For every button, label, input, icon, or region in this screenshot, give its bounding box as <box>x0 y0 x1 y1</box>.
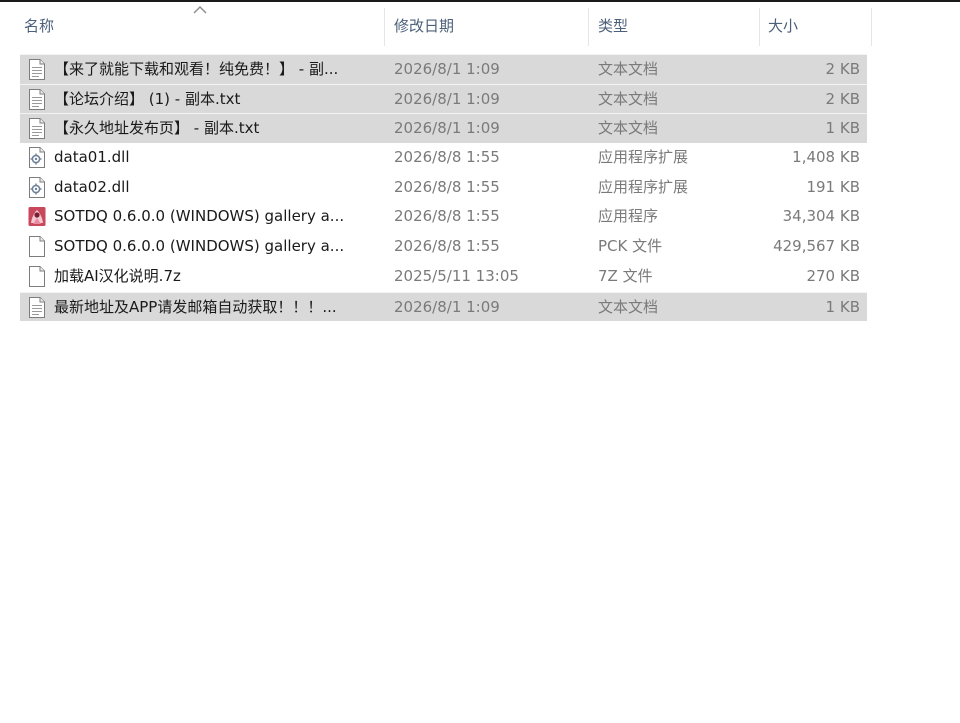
file-type: 7Z 文件 <box>598 266 653 285</box>
file-size: 34,304 KB <box>782 207 860 226</box>
file-modified-date: 2026/8/8 1:55 <box>394 207 500 226</box>
file-size: 1 KB <box>825 297 860 316</box>
file-row[interactable]: 【永久地址发布页】 - 副本.txt 2026/8/1 1:09 文本文档 1 KB <box>20 113 867 144</box>
file-type: 文本文档 <box>598 60 659 78</box>
text-file-icon <box>28 296 46 318</box>
column-header-size[interactable]: 大小 <box>760 8 872 46</box>
file-name: 加载AI汉化说明.7z <box>54 266 181 285</box>
file-size: 2 KB <box>825 60 860 78</box>
file-type: PCK 文件 <box>598 237 663 256</box>
window-top-edge <box>0 0 960 2</box>
file-name: data01.dll <box>54 148 130 167</box>
blank-file-icon <box>28 265 46 287</box>
file-size: 191 KB <box>806 177 860 196</box>
file-type: 应用程序扩展 <box>598 177 689 196</box>
app-exe-icon <box>28 206 46 227</box>
file-row[interactable]: 最新地址及APP请发邮箱自动获取！！！... 2026/8/1 1:09 文本文档 1… <box>20 291 867 322</box>
blank-file-icon <box>28 236 46 258</box>
column-header-date[interactable]: 修改日期 <box>386 8 589 46</box>
text-file-icon <box>28 59 46 80</box>
file-modified-date: 2026/8/1 1:09 <box>394 119 500 138</box>
file-row[interactable]: SOTDQ 0.6.0.0 (WINDOWS) gallery a... 2026… <box>20 202 867 232</box>
file-modified-date: 2026/8/8 1:55 <box>394 177 500 196</box>
file-name: data02.dll <box>54 177 130 196</box>
file-explorer-window: 名称 修改日期 类型 大小 【来了就能下载和观看！纯免费！】 - 副... 202… <box>0 0 960 723</box>
file-type: 文本文档 <box>598 119 659 138</box>
file-type: 应用程序 <box>598 207 659 226</box>
file-row[interactable]: data01.dll 2026/8/8 1:55 应用程序扩展 1,408 KB <box>20 143 867 173</box>
text-file-icon <box>28 88 46 110</box>
file-modified-date: 2025/5/11 13:05 <box>394 266 519 285</box>
file-name: SOTDQ 0.6.0.0 (WINDOWS) gallery a... <box>54 237 345 256</box>
dll-file-icon <box>28 147 46 169</box>
file-modified-date: 2026/8/1 1:09 <box>394 60 500 78</box>
column-header-type[interactable]: 类型 <box>590 8 760 46</box>
file-row[interactable]: 加载AI汉化说明.7z 2025/5/11 13:05 7Z 文件 270 KB <box>20 262 867 292</box>
text-file-icon <box>28 118 46 140</box>
file-name: 【论坛介绍】 (1) - 副本.txt <box>54 89 241 108</box>
file-modified-date: 2026/8/8 1:55 <box>394 148 500 167</box>
file-size: 1,408 KB <box>792 148 860 167</box>
file-name: SOTDQ 0.6.0.0 (WINDOWS) gallery a... <box>54 207 345 226</box>
file-size: 270 KB <box>806 266 860 285</box>
file-row[interactable]: 【论坛介绍】 (1) - 副本.txt 2026/8/1 1:09 文本文档 2 KB <box>20 83 867 114</box>
file-row[interactable]: SOTDQ 0.6.0.0 (WINDOWS) gallery a... 2026… <box>20 232 867 262</box>
file-name: 【来了就能下载和观看！纯免费！】 - 副... <box>54 60 339 78</box>
file-size: 429,567 KB <box>773 237 860 256</box>
column-header-bar: 名称 修改日期 类型 大小 <box>0 8 872 46</box>
file-modified-date: 2026/8/8 1:55 <box>394 237 500 256</box>
file-size: 2 KB <box>825 89 860 108</box>
file-list: 【来了就能下载和观看！纯免费！】 - 副... 2026/8/1 1:09 文本文档… <box>20 54 867 322</box>
column-header-name[interactable]: 名称 <box>16 8 385 46</box>
file-type: 文本文档 <box>598 89 659 108</box>
file-type: 应用程序扩展 <box>598 148 689 167</box>
file-modified-date: 2026/8/1 1:09 <box>394 297 500 316</box>
file-size: 1 KB <box>825 119 860 138</box>
file-type: 文本文档 <box>598 297 659 316</box>
file-row[interactable]: 【来了就能下载和观看！纯免费！】 - 副... 2026/8/1 1:09 文本文档… <box>20 54 867 84</box>
file-modified-date: 2026/8/1 1:09 <box>394 89 500 108</box>
dll-file-icon <box>28 176 46 198</box>
file-row[interactable]: data02.dll 2026/8/8 1:55 应用程序扩展 191 KB <box>20 173 867 203</box>
file-name: 最新地址及APP请发邮箱自动获取！！！... <box>54 297 337 316</box>
file-name: 【永久地址发布页】 - 副本.txt <box>54 119 260 138</box>
